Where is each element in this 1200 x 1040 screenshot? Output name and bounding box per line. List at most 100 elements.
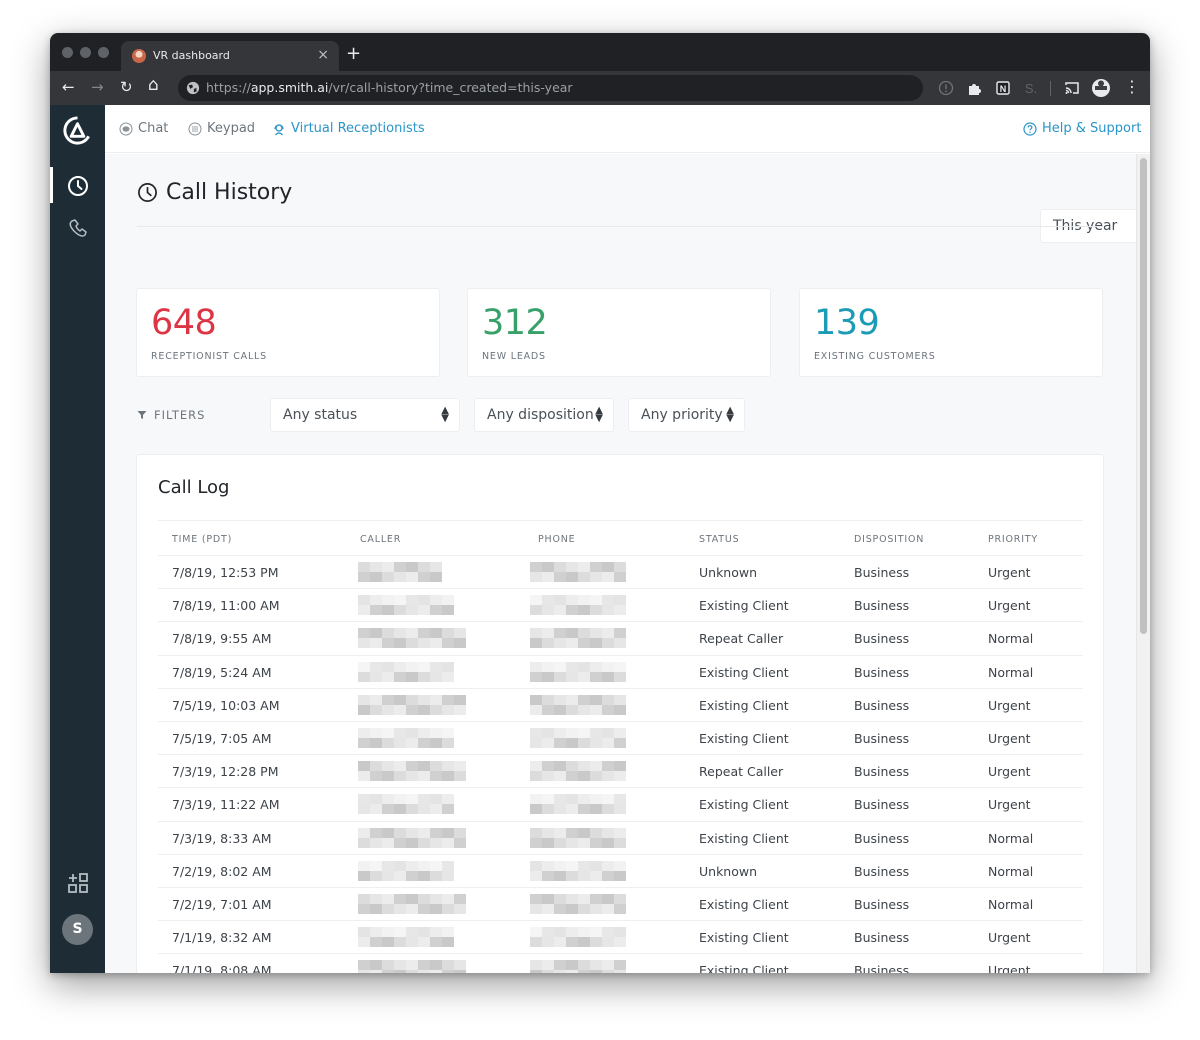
cell-time: 7/8/19, 12:53 PM	[172, 565, 279, 580]
cell-priority: Urgent	[988, 730, 1031, 746]
home-button[interactable]: ⌂	[148, 75, 159, 95]
window-close-dot[interactable]	[62, 47, 73, 58]
toolbar-divider	[1050, 81, 1051, 96]
table-row[interactable]: 7/3/19, 11:22 AM Existing Client Business U…	[158, 788, 1083, 822]
cell-disposition: Business	[854, 631, 910, 647]
select-arrows-icon: ▲▼	[441, 405, 449, 424]
cell-priority: Normal	[988, 863, 1034, 879]
table-row[interactable]: 7/8/19, 12:53 PM Unknown Business Urgent	[158, 556, 1083, 590]
page-scrollbar-thumb[interactable]	[1140, 158, 1147, 634]
reload-button[interactable]: ↻	[120, 77, 133, 97]
cell-phone-redacted	[530, 827, 630, 849]
cell-status: Unknown	[699, 565, 758, 580]
forward-button[interactable]: →	[91, 77, 104, 97]
new-tab-button[interactable]: +	[346, 43, 361, 64]
nav-keypad-label: Keypad	[207, 121, 256, 136]
tab-title: VR dashboard	[153, 49, 230, 62]
cell-phone-redacted	[530, 860, 630, 882]
stat-label: EXISTING CUSTOMERS	[814, 351, 936, 362]
table-body: 7/8/19, 12:53 PM Unknown Business Urgent 7/8…	[158, 556, 1083, 973]
table-row[interactable]: 7/1/19, 8:08 AM Existing Client Business Ur…	[158, 954, 1083, 973]
cell-status: Existing Client	[699, 598, 789, 614]
tab-close-icon[interactable]: ×	[317, 47, 329, 63]
column-header-time[interactable]: TIME (PDT)	[172, 534, 232, 545]
url-host: app.smith.ai	[250, 80, 329, 95]
priority-filter-select[interactable]: Any priority ▲ ▼	[628, 398, 745, 432]
column-header-disposition[interactable]: DISPOSITION	[854, 534, 924, 545]
info-extension-icon[interactable]	[937, 79, 955, 97]
help-circle-icon	[1023, 121, 1037, 136]
window-maximize-dot[interactable]	[98, 47, 109, 58]
table-header-row: TIME (PDT) CALLER PHONE STATUS DISPOSITI…	[158, 520, 1083, 556]
column-header-caller[interactable]: CALLER	[360, 534, 401, 545]
table-row[interactable]: 7/1/19, 8:32 AM Existing Client Business Ur…	[158, 921, 1083, 955]
column-header-status[interactable]: STATUS	[699, 534, 739, 545]
cell-caller-redacted	[358, 727, 458, 749]
column-header-phone[interactable]: PHONE	[538, 534, 575, 545]
cell-time: 7/3/19, 11:22 AM	[172, 797, 280, 813]
browser-tab[interactable]: VR dashboard ×	[121, 41, 339, 71]
add-widget-icon[interactable]	[64, 869, 92, 897]
table-row[interactable]: 7/3/19, 8:33 AM Existing Client Business No…	[158, 822, 1083, 855]
disposition-filter-select[interactable]: Any disposition ▲ ▼	[474, 398, 614, 432]
user-avatar[interactable]: S	[62, 914, 93, 945]
table-row[interactable]: 7/2/19, 7:01 AM Existing Client Business No…	[158, 888, 1083, 922]
cell-priority: Normal	[988, 830, 1034, 846]
page-scrollbar[interactable]	[1136, 154, 1150, 973]
cell-disposition: Business	[854, 896, 910, 912]
cast-icon[interactable]	[1063, 79, 1081, 97]
cell-phone-redacted	[530, 694, 630, 716]
puzzle-extension-icon[interactable]	[965, 79, 983, 97]
cell-time: 7/1/19, 8:32 AM	[172, 930, 272, 946]
cell-phone-redacted	[530, 960, 630, 973]
sidebar-active-indicator	[50, 167, 53, 203]
nav-virtual-receptionists[interactable]: Virtual Receptionists	[272, 121, 425, 136]
stat-label: NEW LEADS	[482, 351, 546, 362]
url-text: https://app.smith.ai/vr/call-history?tim…	[206, 80, 573, 95]
table-row[interactable]: 7/2/19, 8:02 AM Unknown Business Normal	[158, 855, 1083, 888]
window-minimize-dot[interactable]	[80, 47, 91, 58]
browser-toolbar: ← → ↻ ⌂ https://app.smith.ai/vr/call-his…	[50, 71, 1150, 105]
cell-time: 7/8/19, 9:55 AM	[172, 631, 272, 647]
cell-caller-redacted	[358, 628, 472, 649]
column-header-priority[interactable]: PRIORITY	[988, 534, 1038, 545]
cell-phone-redacted	[530, 927, 630, 948]
status-filter-select[interactable]: Any status ▲ ▼	[270, 398, 460, 432]
select-arrows-icon: ▲▼	[595, 405, 603, 424]
cell-caller-redacted	[358, 694, 471, 716]
cell-disposition: Business	[854, 764, 910, 780]
table-row[interactable]: 7/5/19, 10:03 AM Existing Client Business U…	[158, 689, 1083, 722]
cell-caller-redacted	[358, 661, 459, 683]
notion-extension-icon[interactable]: N	[994, 79, 1012, 97]
help-support-link[interactable]: Help & Support	[1023, 121, 1141, 136]
cell-disposition: Business	[854, 863, 910, 879]
table-row[interactable]: 7/8/19, 9:55 AM Repeat Caller Business Norm…	[158, 622, 1083, 656]
smith-extension-icon[interactable]: S.	[1022, 79, 1040, 97]
sidebar-item-phone[interactable]	[64, 215, 92, 243]
stat-value: 139	[814, 303, 880, 343]
address-bar[interactable]: https://app.smith.ai/vr/call-history?tim…	[178, 75, 923, 101]
table-row[interactable]: 7/8/19, 11:00 AM Existing Client Business U…	[158, 589, 1083, 623]
select-arrows-icon: ▲▼	[726, 405, 734, 424]
table-row[interactable]: 7/3/19, 12:28 PM Repeat Caller Business Urg…	[158, 755, 1083, 789]
sidebar-item-call-history[interactable]	[64, 172, 92, 200]
svg-text:N: N	[1000, 84, 1007, 94]
cell-status: Existing Client	[699, 963, 789, 973]
nav-keypad[interactable]: Keypad	[188, 121, 255, 136]
cell-time: 7/8/19, 11:00 AM	[172, 598, 280, 614]
cell-priority: Normal	[988, 631, 1034, 647]
smith-logo-icon[interactable]	[62, 115, 93, 146]
browser-menu-icon[interactable]: ⋮	[1124, 77, 1140, 97]
priority-filter-value: Any priority	[641, 407, 723, 423]
table-row[interactable]: 7/5/19, 7:05 AM Existing Client Business Ur…	[158, 722, 1083, 756]
back-button[interactable]: ←	[62, 77, 75, 97]
nav-chat[interactable]: Chat	[119, 121, 168, 136]
call-log-table: TIME (PDT) CALLER PHONE STATUS DISPOSITI…	[158, 520, 1083, 973]
profile-avatar-icon[interactable]	[1091, 78, 1111, 98]
table-row[interactable]: 7/8/19, 5:24 AM Existing Client Business No…	[158, 656, 1083, 689]
cell-status: Existing Client	[699, 797, 789, 813]
cell-disposition: Business	[854, 697, 910, 713]
cell-priority: Normal	[988, 896, 1034, 912]
keypad-icon	[188, 122, 202, 135]
cell-phone-redacted	[530, 562, 630, 583]
